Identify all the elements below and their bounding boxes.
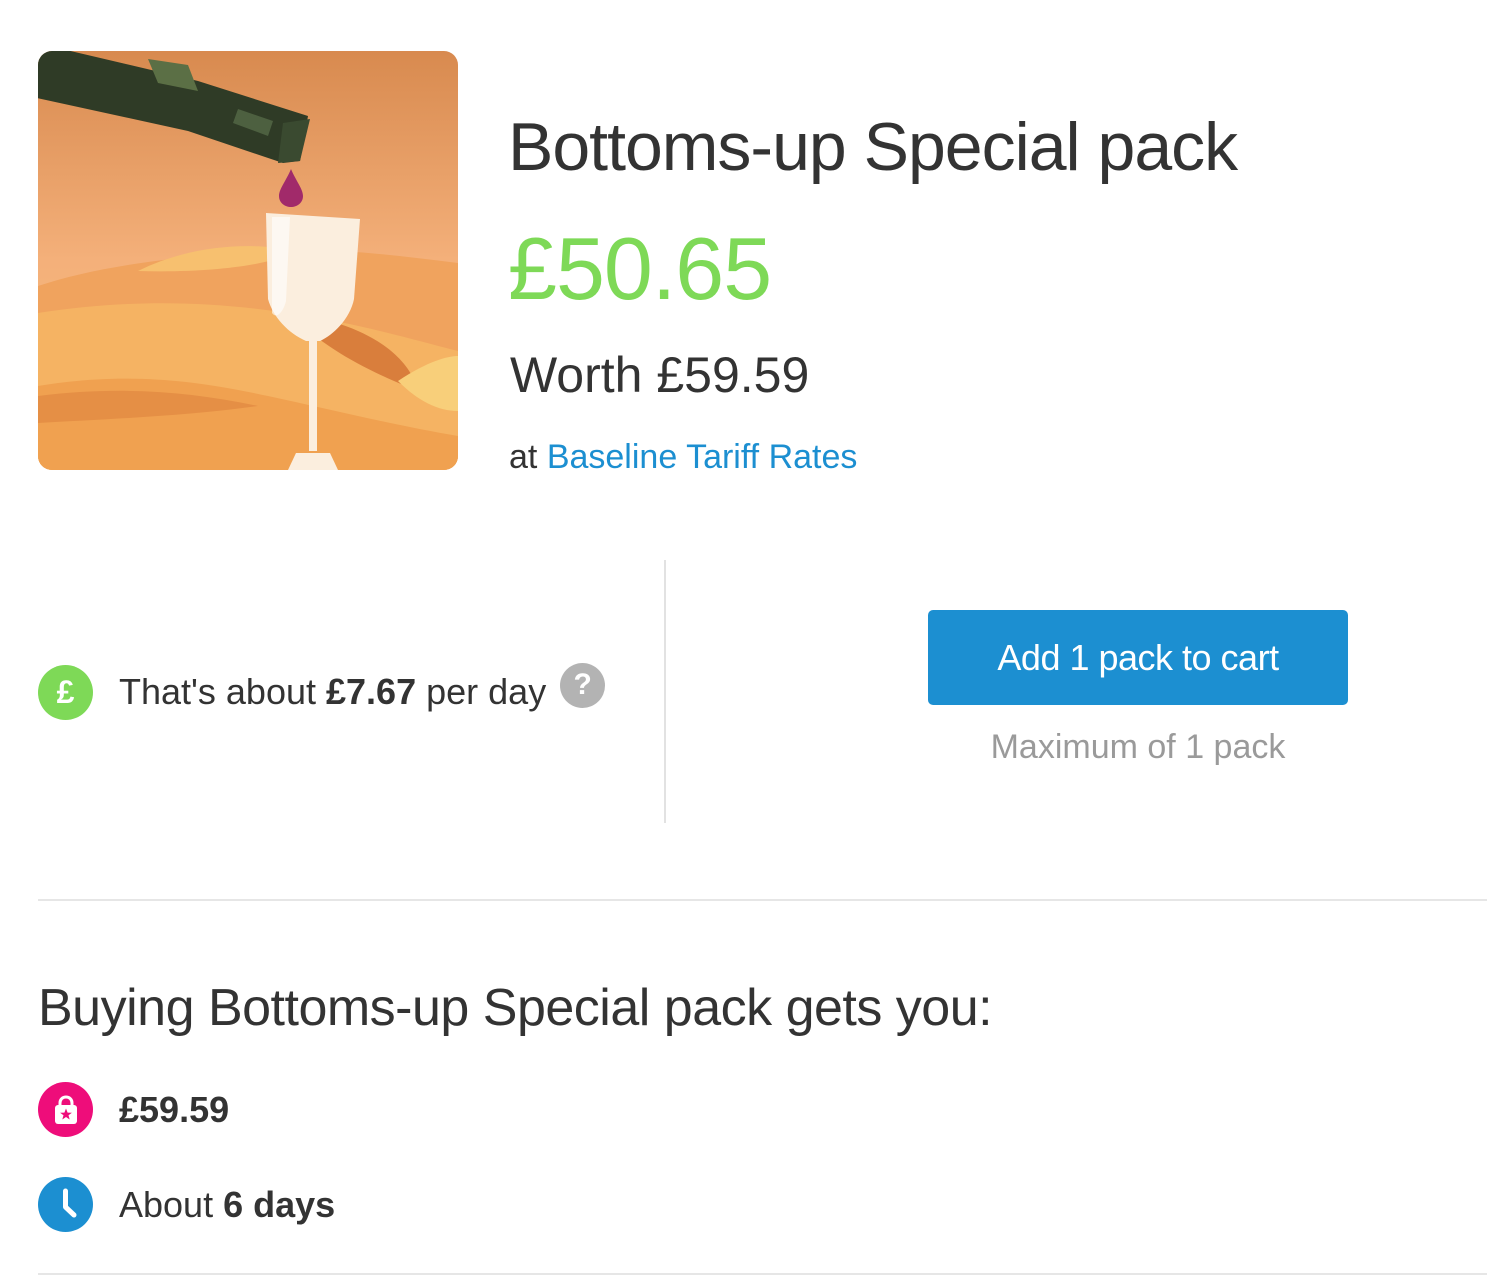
max-pack-note: Maximum of 1 pack xyxy=(990,728,1286,766)
clock-icon xyxy=(38,1177,93,1232)
per-day-text: That's about £7.67 per day xyxy=(119,671,546,713)
product-image xyxy=(38,51,458,470)
benefit-prefix: About xyxy=(119,1183,214,1225)
tariff-link[interactable]: Baseline Tariff Rates xyxy=(547,438,858,476)
vertical-divider xyxy=(664,560,666,823)
benefit-value: £59.59 xyxy=(119,1088,230,1130)
add-to-cart-button[interactable]: Add 1 pack to cart xyxy=(928,610,1348,705)
benefit-item-duration: About 6 days xyxy=(38,1177,335,1232)
product-worth: Worth £59.59 xyxy=(510,347,810,403)
section-divider xyxy=(38,899,1487,901)
product-price: £50.65 xyxy=(508,219,772,318)
per-day-prefix: That's about xyxy=(119,671,316,712)
shopping-bag-star-icon xyxy=(38,1082,93,1137)
tariff-line: at Baseline Tariff Rates xyxy=(509,438,857,477)
pound-icon: £ xyxy=(38,664,93,720)
per-day-suffix: per day xyxy=(426,671,547,712)
benefit-text: £59.59 xyxy=(119,1089,229,1131)
help-icon[interactable]: ? xyxy=(560,662,606,708)
benefits-heading: Buying Bottoms-up Special pack gets you: xyxy=(38,979,993,1037)
per-day-cost: £ That's about £7.67 per day ? xyxy=(38,662,606,720)
benefit-value: 6 days xyxy=(223,1183,336,1225)
benefit-text: About 6 days xyxy=(119,1184,335,1226)
per-day-amount: £7.67 xyxy=(326,671,417,712)
section-divider xyxy=(38,1273,1487,1275)
product-title: Bottoms-up Special pack xyxy=(508,109,1238,185)
benefit-item-credit: £59.59 xyxy=(38,1082,229,1137)
tariff-prefix: at xyxy=(509,438,538,476)
